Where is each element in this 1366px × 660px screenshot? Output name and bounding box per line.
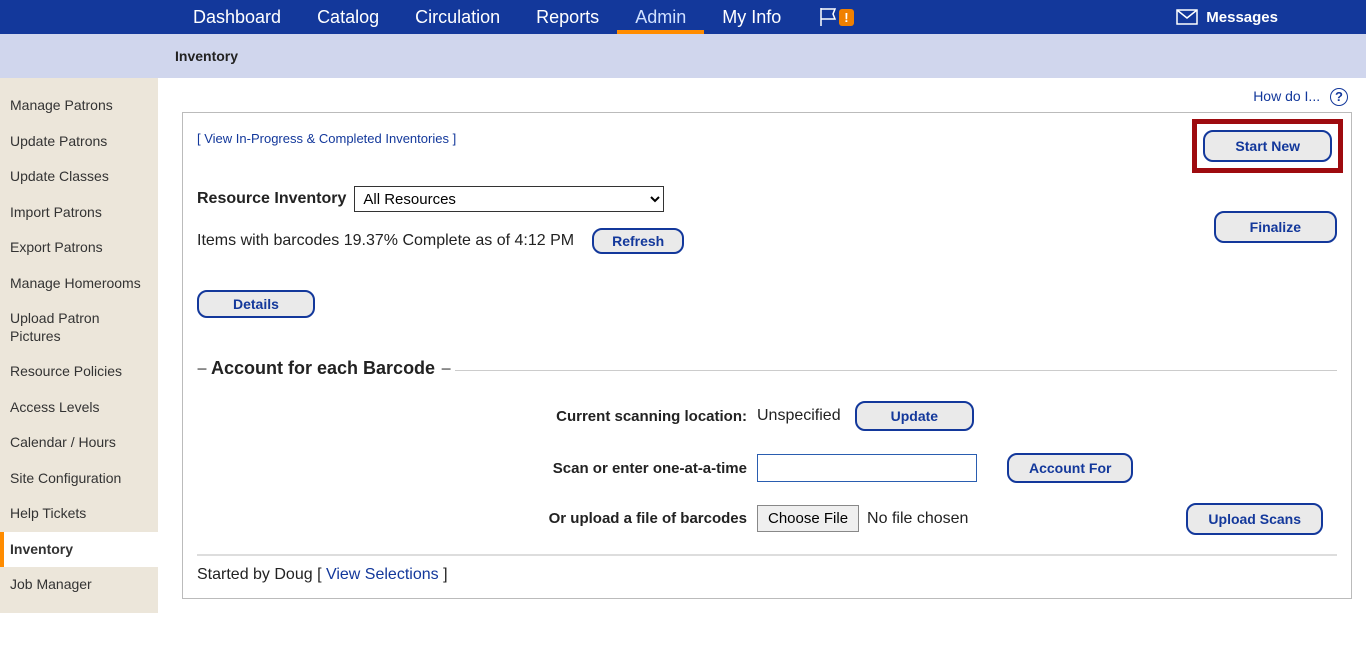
view-inventories-link[interactable]: View In-Progress & Completed Inventories <box>204 131 449 146</box>
mail-icon <box>1176 9 1198 25</box>
sidebar-item-help-tickets[interactable]: Help Tickets <box>0 496 158 532</box>
details-button[interactable]: Details <box>197 290 315 318</box>
help-icon[interactable]: ? <box>1330 88 1348 106</box>
sidebar-item-job-manager[interactable]: Job Manager <box>0 567 158 603</box>
sidebar-item-resource-policies[interactable]: Resource Policies <box>0 354 158 390</box>
section-title: Account for each Barcode <box>211 358 435 379</box>
section-dash-2: – <box>441 358 451 379</box>
no-file-text: No file chosen <box>867 510 968 528</box>
nav-dashboard[interactable]: Dashboard <box>175 0 299 34</box>
section-divider <box>455 370 1337 371</box>
page-subtitle: Inventory <box>175 48 238 64</box>
sidebar-item-site-configuration[interactable]: Site Configuration <box>0 461 158 497</box>
scan-location-label: Current scanning location: <box>197 408 757 425</box>
nav-reports[interactable]: Reports <box>518 0 617 34</box>
scan-enter-label: Scan or enter one-at-a-time <box>197 460 757 477</box>
refresh-button[interactable]: Refresh <box>592 228 684 254</box>
start-new-highlight: Start New <box>1192 119 1343 173</box>
section-dash: – <box>197 358 207 379</box>
messages-label: Messages <box>1206 9 1278 26</box>
account-for-button[interactable]: Account For <box>1007 453 1133 483</box>
status-text: Items with barcodes 19.37% Complete as o… <box>197 232 574 250</box>
sidebar-item-calendar-hours[interactable]: Calendar / Hours <box>0 425 158 461</box>
sub-bar: Inventory <box>0 34 1366 78</box>
start-new-button[interactable]: Start New <box>1203 130 1332 162</box>
sidebar-item-manage-patrons[interactable]: Manage Patrons <box>0 88 158 124</box>
sidebar-item-access-levels[interactable]: Access Levels <box>0 390 158 426</box>
sidebar-item-upload-patron-pictures[interactable]: Upload Patron Pictures <box>0 301 158 354</box>
top-nav: Dashboard Catalog Circulation Reports Ad… <box>0 0 1366 34</box>
sidebar-item-manage-homerooms[interactable]: Manage Homerooms <box>0 266 158 302</box>
view-selections-link[interactable]: View Selections <box>326 566 439 583</box>
resource-inventory-select[interactable]: All Resources <box>354 186 664 212</box>
inventory-panel: [ View In-Progress & Completed Inventori… <box>182 112 1352 599</box>
nav-catalog[interactable]: Catalog <box>299 0 397 34</box>
footer-row: Started by Doug [ View Selections ] <box>197 554 1337 584</box>
resource-inventory-label: Resource Inventory <box>197 190 346 208</box>
sidebar-item-export-patrons[interactable]: Export Patrons <box>0 230 158 266</box>
sidebar: Manage Patrons Update Patrons Update Cla… <box>0 78 158 613</box>
scan-location-value: Unspecified <box>757 407 841 425</box>
barcode-input[interactable] <box>757 454 977 482</box>
nav-circulation[interactable]: Circulation <box>397 0 518 34</box>
help-link[interactable]: How do I... <box>1253 88 1320 104</box>
alert-flag-icon[interactable]: ! <box>819 6 853 28</box>
sidebar-item-import-patrons[interactable]: Import Patrons <box>0 195 158 231</box>
upload-file-label: Or upload a file of barcodes <box>197 510 757 527</box>
finalize-button[interactable]: Finalize <box>1214 211 1337 243</box>
nav-admin[interactable]: Admin <box>617 0 704 34</box>
main-content: How do I... ? [ View In-Progress & Compl… <box>158 78 1366 613</box>
sidebar-item-update-patrons[interactable]: Update Patrons <box>0 124 158 160</box>
sidebar-item-inventory[interactable]: Inventory <box>0 532 158 568</box>
started-by-text: Started by Doug <box>197 566 317 583</box>
sidebar-item-update-classes[interactable]: Update Classes <box>0 159 158 195</box>
nav-myinfo[interactable]: My Info <box>704 0 799 34</box>
update-button[interactable]: Update <box>855 401 974 431</box>
messages-link[interactable]: Messages <box>1176 0 1278 34</box>
choose-file-button[interactable]: Choose File <box>757 505 859 532</box>
upload-scans-button[interactable]: Upload Scans <box>1186 503 1323 535</box>
